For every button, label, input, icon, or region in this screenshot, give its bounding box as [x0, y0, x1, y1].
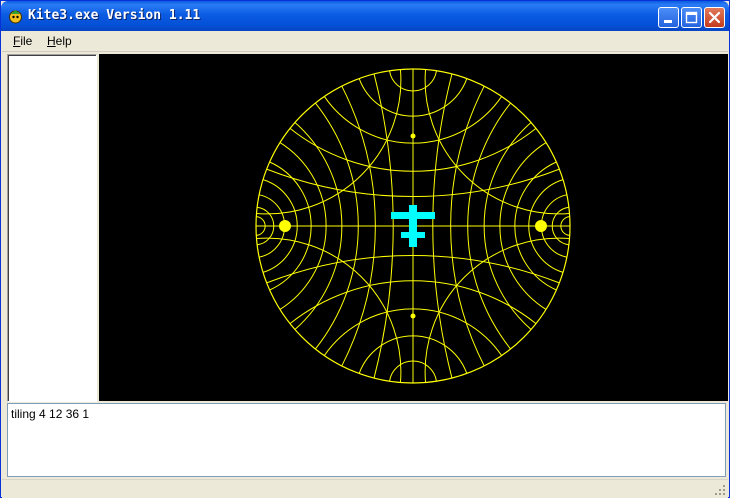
maximize-button[interactable] — [681, 7, 702, 28]
menu-file[interactable]: File — [13, 34, 32, 48]
app-icon — [9, 10, 22, 24]
window-title: Kite3.exe Version 1.11 — [28, 8, 201, 23]
menu-help[interactable]: Help — [47, 34, 72, 48]
app-window: Kite3.exe Version 1.11 File Help tiling … — [0, 0, 730, 498]
title-bar[interactable]: Kite3.exe Version 1.11 — [1, 1, 729, 31]
command-console[interactable]: tiling 4 12 36 1 — [7, 403, 726, 477]
menu-file-label: File — [13, 34, 33, 48]
tiling-vertex — [410, 313, 416, 319]
geodesic-main-3 — [424, 69, 570, 215]
geodesic-main-2 — [256, 69, 402, 215]
minimize-button[interactable] — [658, 7, 679, 28]
cross-cursor-icon — [409, 205, 417, 247]
client-area: tiling 4 12 36 1 — [2, 52, 728, 498]
resize-grip-icon[interactable] — [714, 484, 726, 496]
drawing-canvas[interactable] — [99, 54, 728, 401]
geodesic-main-0 — [424, 237, 570, 383]
close-button[interactable] — [704, 7, 725, 28]
tiling-vertex — [535, 220, 547, 232]
maximize-icon — [685, 11, 698, 24]
status-bar — [2, 479, 728, 498]
close-icon — [708, 11, 721, 24]
minimize-icon — [664, 20, 672, 23]
tiling-vertex — [279, 220, 291, 232]
cross-cursor-icon — [401, 232, 425, 238]
console-text: tiling 4 12 36 1 — [11, 407, 90, 421]
tiling-vertex — [410, 133, 416, 139]
geodesic-main-1 — [256, 237, 402, 383]
menu-help-label: Help — [47, 34, 72, 48]
menu-bar: File Help — [2, 31, 728, 52]
side-panel[interactable] — [7, 54, 97, 402]
hyperbolic-tiling — [255, 68, 571, 384]
